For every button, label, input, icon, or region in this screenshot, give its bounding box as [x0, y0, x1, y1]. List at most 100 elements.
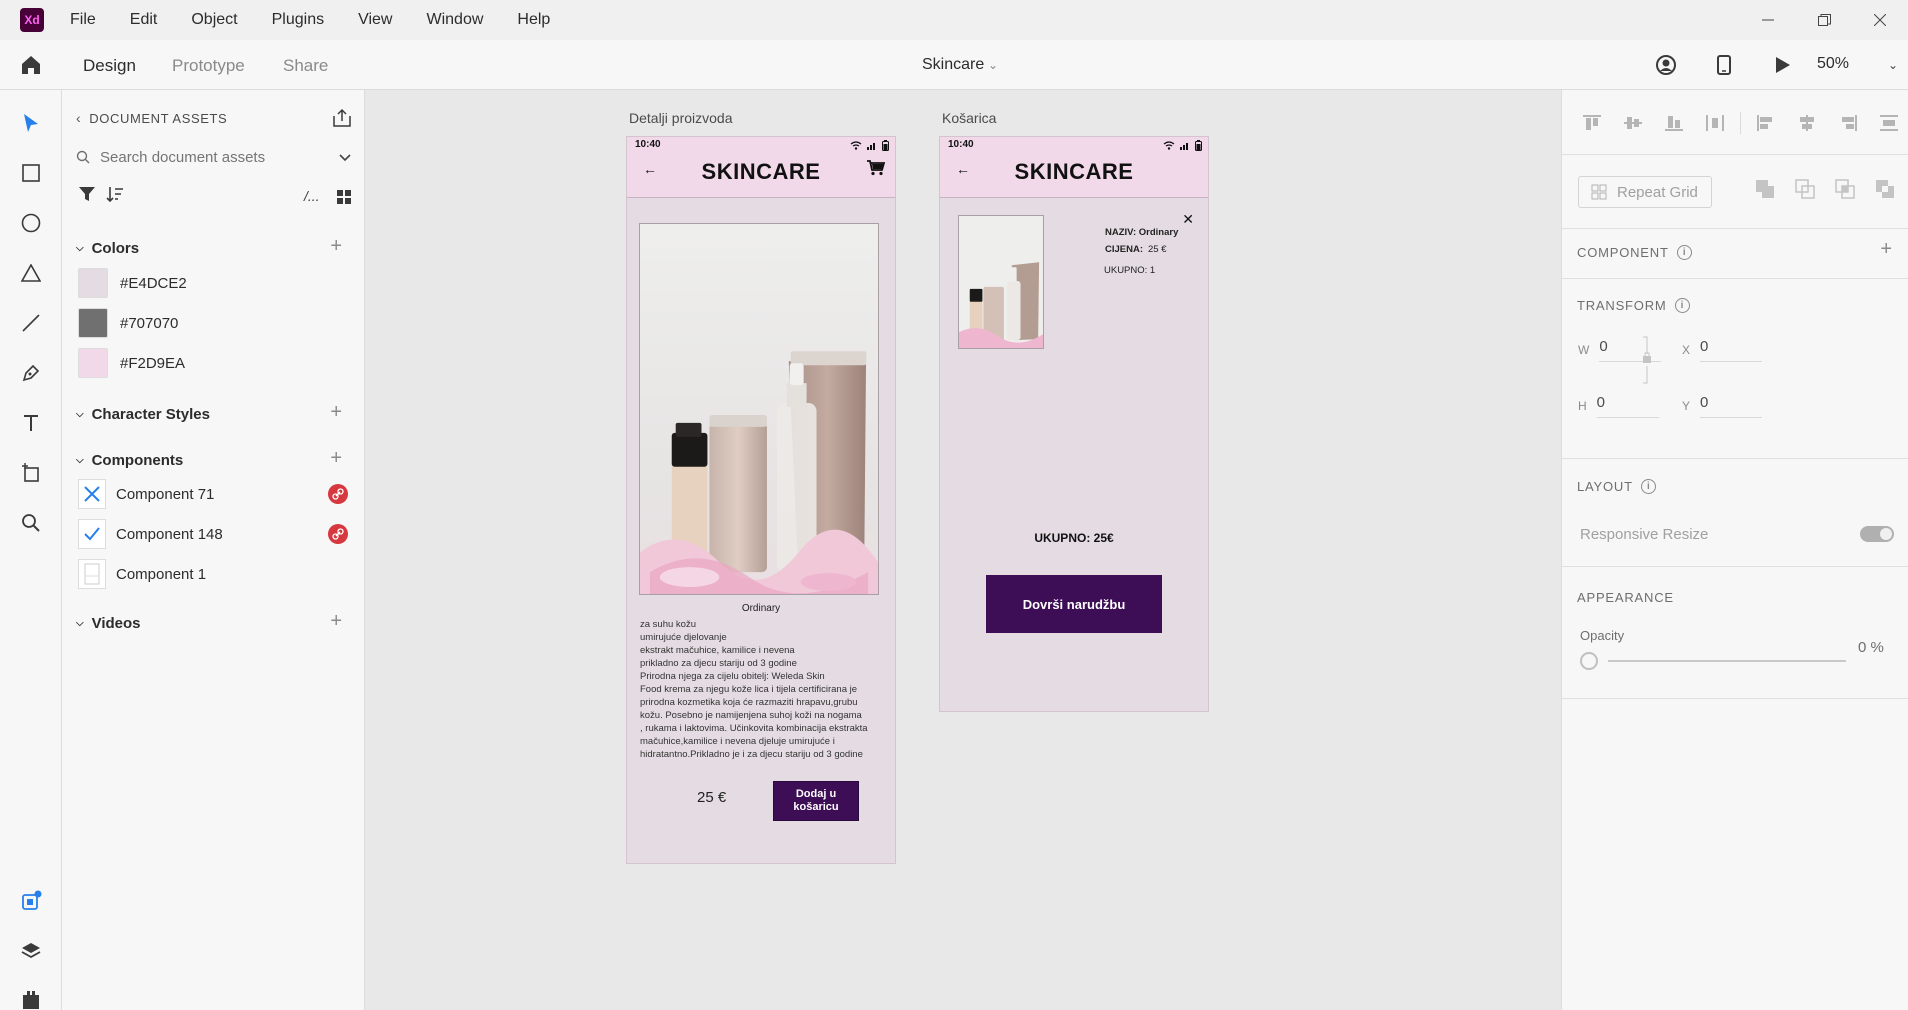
xd-logo-icon[interactable]: Xd [20, 8, 44, 32]
close-window-icon[interactable] [1852, 0, 1908, 40]
x-input[interactable]: 0 [1700, 338, 1763, 362]
menu-plugins[interactable]: Plugins [255, 11, 341, 29]
align-right-icon[interactable] [1836, 112, 1860, 134]
finish-order-button[interactable]: Dovrši narudžbu [986, 575, 1162, 633]
assets-panel-icon[interactable] [18, 888, 44, 914]
menu-edit[interactable]: Edit [113, 11, 175, 29]
character-styles-toggle[interactable]: ⌵ Character Styles [76, 406, 210, 423]
menu-object[interactable]: Object [174, 11, 254, 29]
add-to-cart-button[interactable]: Dodaj u košaricu [773, 781, 859, 821]
restore-icon[interactable] [1796, 0, 1852, 40]
list-view-icon[interactable]: /... [304, 188, 320, 204]
line-tool-icon[interactable] [18, 310, 44, 336]
tab-share[interactable]: Share [283, 56, 328, 76]
add-character-style-button[interactable]: + [330, 402, 342, 422]
filter-icon[interactable] [78, 186, 96, 202]
align-top-icon[interactable] [1580, 112, 1604, 134]
tab-design[interactable]: Design [83, 56, 136, 92]
remove-item-icon[interactable]: ✕ [1182, 211, 1194, 228]
pen-tool-icon[interactable] [18, 360, 44, 386]
repeat-grid-button[interactable]: Repeat Grid [1578, 176, 1712, 208]
document-title[interactable]: Skincare [922, 56, 984, 74]
component-item[interactable]: Component 71 [78, 479, 348, 509]
play-icon[interactable] [1771, 54, 1793, 76]
boolean-intersect-icon[interactable] [1834, 178, 1856, 200]
width-input[interactable]: 0 [1599, 338, 1662, 362]
align-middle-icon[interactable] [1621, 112, 1645, 134]
assets-search[interactable] [76, 142, 352, 172]
color-swatch-row[interactable]: #E4DCE2 [78, 268, 187, 298]
minimize-icon[interactable] [1740, 0, 1796, 40]
info-icon[interactable]: i [1676, 245, 1692, 260]
info-icon[interactable]: i [1640, 479, 1656, 494]
artboard-label-details[interactable]: Detalji proizvoda [629, 110, 733, 126]
opacity-slider-handle[interactable] [1580, 652, 1598, 670]
color-swatch[interactable] [78, 348, 108, 378]
x-field[interactable]: X 0 [1682, 338, 1763, 362]
responsive-resize-toggle[interactable] [1860, 526, 1894, 542]
color-swatch[interactable] [78, 308, 108, 338]
sort-icon[interactable] [106, 186, 124, 202]
lock-aspect-icon[interactable] [1642, 336, 1652, 384]
chevron-left-icon[interactable]: ‹ [76, 110, 81, 126]
align-left-icon[interactable] [1754, 112, 1778, 134]
plugins-icon[interactable] [18, 986, 44, 1010]
zoom-tool-icon[interactable] [18, 510, 44, 536]
videos-section-toggle[interactable]: ⌵ Videos [76, 615, 141, 632]
artboard-product-details[interactable]: 10:40 ← SKINCARE Ordinary za suhu kožu u… [626, 136, 896, 864]
component-item[interactable]: Component 148 [78, 519, 348, 549]
color-swatch-row[interactable]: #F2D9EA [78, 348, 185, 378]
menu-help[interactable]: Help [500, 11, 567, 29]
grid-view-icon[interactable] [336, 189, 352, 205]
y-field[interactable]: Y 0 [1682, 394, 1763, 418]
zoom-chevron-icon[interactable]: ⌄ [1888, 58, 1898, 72]
cart-icon[interactable] [867, 160, 885, 176]
info-icon[interactable]: i [1674, 298, 1690, 313]
chevron-down-icon[interactable] [338, 150, 352, 164]
opacity-value[interactable]: 0 % [1858, 639, 1884, 656]
mobile-preview-icon[interactable] [1713, 54, 1735, 76]
zoom-level[interactable]: 50% [1817, 55, 1849, 73]
colors-section-toggle[interactable]: ⌵ Colors [76, 240, 139, 257]
height-input[interactable]: 0 [1596, 394, 1659, 418]
add-component-state-button[interactable]: + [1880, 238, 1892, 261]
export-icon[interactable] [332, 108, 352, 128]
color-swatch[interactable] [78, 268, 108, 298]
components-section-toggle[interactable]: ⌵ Components [76, 452, 183, 469]
chevron-down-icon[interactable]: ⌄ [988, 58, 998, 72]
select-tool-icon[interactable] [18, 110, 44, 136]
boolean-add-icon[interactable] [1754, 178, 1776, 200]
artboard-label-cart[interactable]: Košarica [942, 110, 996, 126]
search-input[interactable] [100, 148, 320, 166]
color-swatch-row[interactable]: #707070 [78, 308, 178, 338]
menu-file[interactable]: File [70, 11, 113, 29]
component-item[interactable]: Component 1 [78, 559, 348, 589]
polygon-tool-icon[interactable] [18, 260, 44, 286]
height-field[interactable]: H 0 [1578, 394, 1659, 418]
boolean-exclude-icon[interactable] [1874, 178, 1896, 200]
rectangle-tool-icon[interactable] [18, 160, 44, 186]
text-tool-icon[interactable] [18, 410, 44, 436]
add-color-button[interactable]: + [330, 236, 342, 256]
layers-icon[interactable] [18, 938, 44, 964]
artboard-tool-icon[interactable] [18, 460, 44, 486]
y-input[interactable]: 0 [1700, 394, 1763, 418]
tab-prototype[interactable]: Prototype [172, 56, 245, 76]
home-icon[interactable] [20, 54, 42, 76]
add-video-button[interactable]: + [330, 611, 342, 631]
ellipse-tool-icon[interactable] [18, 210, 44, 236]
distribute-horizontal-icon[interactable] [1703, 112, 1727, 134]
artboard-cart[interactable]: 10:40 ← SKINCARE ✕ NAZIV: Ordinary CIJEN… [939, 136, 1209, 712]
opacity-slider-track[interactable] [1608, 660, 1846, 662]
link-icon[interactable] [328, 524, 348, 544]
user-share-icon[interactable] [1655, 54, 1677, 76]
align-center-icon[interactable] [1795, 112, 1819, 134]
assets-header[interactable]: ‹ DOCUMENT ASSETS [76, 110, 227, 126]
design-canvas[interactable]: Detalji proizvoda 10:40 ← SKINCARE Ordin… [365, 90, 1561, 1010]
link-icon[interactable] [328, 484, 348, 504]
menu-view[interactable]: View [341, 11, 409, 29]
menu-window[interactable]: Window [409, 11, 500, 29]
add-component-button[interactable]: + [330, 448, 342, 468]
distribute-vertical-icon[interactable] [1877, 112, 1901, 134]
align-bottom-icon[interactable] [1662, 112, 1686, 134]
